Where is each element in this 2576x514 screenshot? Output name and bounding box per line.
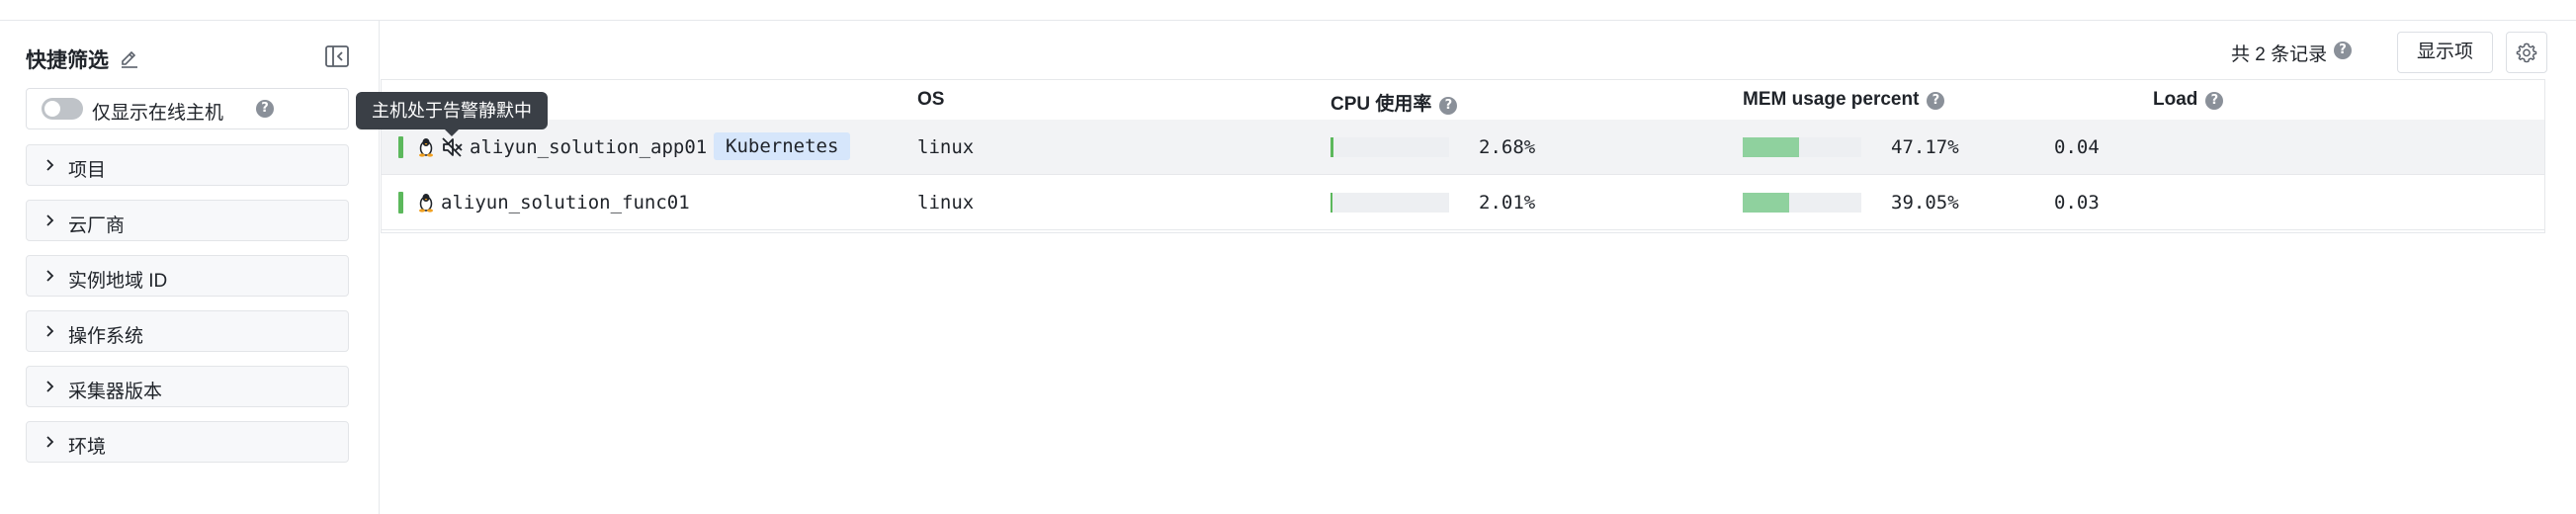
load-value: 0.04 bbox=[2054, 136, 2100, 158]
filter-group-project[interactable]: 项目 bbox=[26, 144, 349, 186]
cpu-usage-bar bbox=[1331, 137, 1449, 157]
filter-group-region-id[interactable]: 实例地域 ID bbox=[26, 255, 349, 297]
top-divider bbox=[0, 0, 2576, 21]
mem-usage-value: 47.17% bbox=[1891, 136, 1959, 158]
host-table: OS CPU 使用率? MEM usage percent? Load? ali… bbox=[381, 79, 2545, 233]
help-icon[interactable]: ? bbox=[2334, 42, 2352, 59]
help-icon[interactable]: ? bbox=[2205, 92, 2224, 110]
os-value: linux bbox=[917, 192, 975, 214]
host-name-link[interactable]: aliyun_solution_func01 bbox=[441, 192, 690, 214]
edit-icon[interactable] bbox=[119, 47, 140, 69]
host-tag: Kubernetes bbox=[714, 132, 851, 160]
quick-filter-sidebar: 快捷筛选 仅显示在线主机 ? 项目 云厂商 实例地域 ID 操作系统 采集器版本… bbox=[0, 21, 380, 514]
filter-group-label: 项目 bbox=[68, 160, 107, 181]
host-name-link[interactable]: aliyun_solution_app01 bbox=[470, 136, 707, 158]
filter-group-os[interactable]: 操作系统 bbox=[26, 310, 349, 352]
mem-usage-fill bbox=[1743, 137, 1799, 157]
filter-group-label: 环境 bbox=[68, 437, 107, 458]
mem-usage-fill bbox=[1743, 193, 1789, 213]
linux-icon bbox=[419, 194, 433, 213]
alert-muted-tooltip: 主机处于告警静默中 bbox=[356, 92, 548, 136]
chevron-right-icon bbox=[46, 436, 54, 448]
filter-group-label: 采集器版本 bbox=[68, 382, 163, 402]
mem-usage-bar bbox=[1743, 137, 1861, 157]
gear-icon bbox=[2516, 43, 2537, 63]
tooltip-text: 主机处于告警静默中 bbox=[372, 101, 532, 121]
display-columns-button[interactable]: 显示项 bbox=[2397, 32, 2493, 73]
table-row[interactable]: aliyun_solution_app01 Kubernetes linux 2… bbox=[382, 120, 2544, 175]
cpu-usage-value: 2.01% bbox=[1479, 192, 1536, 214]
cpu-usage-value: 2.68% bbox=[1479, 136, 1536, 158]
linux-icon bbox=[419, 138, 433, 157]
filter-group-label: 云厂商 bbox=[68, 215, 126, 236]
mem-usage-bar bbox=[1743, 193, 1861, 213]
chevron-right-icon bbox=[46, 325, 54, 337]
online-only-filter: 仅显示在线主机 ? bbox=[26, 88, 349, 129]
column-header-os[interactable]: OS bbox=[917, 89, 944, 111]
mem-usage-value: 39.05% bbox=[1891, 192, 1959, 214]
cpu-usage-fill bbox=[1331, 137, 1333, 157]
column-header-load[interactable]: Load? bbox=[2153, 89, 2224, 111]
table-row[interactable]: aliyun_solution_func01 linux 2.01% 39.05… bbox=[382, 175, 2544, 230]
sidebar-title: 快捷筛选 bbox=[26, 49, 109, 72]
chevron-right-icon bbox=[46, 214, 54, 226]
help-icon[interactable]: ? bbox=[1439, 97, 1458, 115]
help-icon[interactable]: ? bbox=[1927, 92, 1945, 110]
chevron-right-icon bbox=[46, 381, 54, 392]
column-header-cpu[interactable]: CPU 使用率? bbox=[1331, 89, 1458, 116]
help-icon[interactable]: ? bbox=[256, 100, 274, 118]
online-only-toggle[interactable] bbox=[42, 98, 83, 120]
online-status-indicator bbox=[398, 192, 403, 214]
online-status-indicator bbox=[398, 136, 403, 158]
table-header: OS CPU 使用率? MEM usage percent? Load? bbox=[382, 80, 2544, 121]
cpu-usage-bar bbox=[1331, 193, 1449, 213]
chevron-right-icon bbox=[46, 159, 54, 171]
filter-group-label: 实例地域 ID bbox=[68, 271, 168, 292]
cpu-usage-fill bbox=[1331, 193, 1332, 213]
filter-group-environment[interactable]: 环境 bbox=[26, 421, 349, 463]
record-count: 共 2 条记录 bbox=[2231, 44, 2328, 65]
online-only-label: 仅显示在线主机 bbox=[92, 103, 224, 124]
collapse-sidebar-icon[interactable] bbox=[324, 43, 350, 69]
filter-group-label: 操作系统 bbox=[68, 326, 144, 347]
column-header-mem[interactable]: MEM usage percent? bbox=[1743, 89, 1945, 111]
filter-group-cloud-provider[interactable]: 云厂商 bbox=[26, 200, 349, 241]
filter-group-collector-version[interactable]: 采集器版本 bbox=[26, 366, 349, 407]
alert-muted-icon[interactable] bbox=[441, 135, 465, 159]
os-value: linux bbox=[917, 136, 975, 158]
load-value: 0.03 bbox=[2054, 192, 2100, 214]
chevron-right-icon bbox=[46, 270, 54, 282]
settings-button[interactable] bbox=[2506, 32, 2547, 73]
